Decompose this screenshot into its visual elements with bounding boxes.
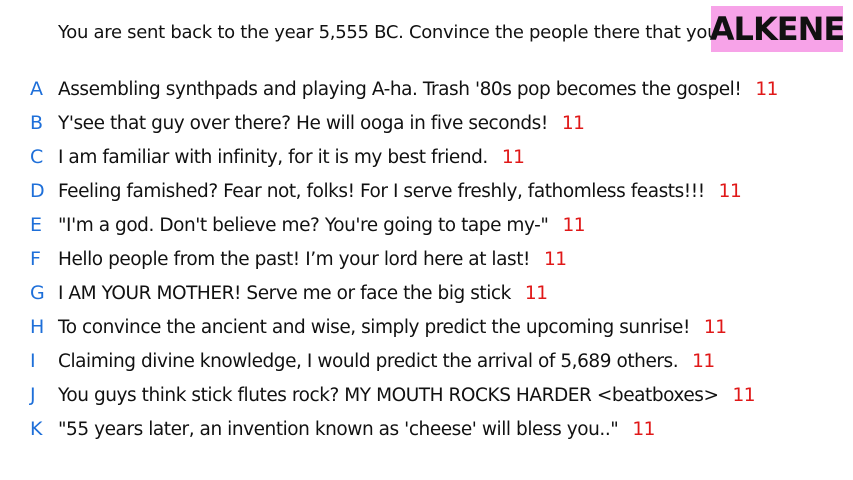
answer-text-wrap: Hello people from the past! I’m your lor… [58,249,567,270]
answer-text: Feeling famished? Fear not, folks! For I… [58,180,705,202]
answer-text-wrap: "I'm a god. Don't believe me? You're goi… [58,214,586,236]
answer-row-c[interactable]: C I am familiar with infinity, for it is… [0,140,853,174]
answer-text-wrap: "55 years later, an invention known as '… [58,419,655,440]
answer-score: 11 [562,214,586,236]
answer-score: 11 [632,418,655,440]
answer-letter: G [30,282,45,304]
answer-text-wrap: To convince the ancient and wise, simply… [58,316,727,338]
answer-text: Hello people from the past! I’m your lor… [58,248,530,270]
answer-score: 11 [561,112,585,134]
answer-text: "55 years later, an invention known as '… [58,418,619,440]
answer-list: A Assembling synthpads and playing A-ha.… [0,72,853,446]
answer-letter: A [30,78,43,100]
answer-row-j[interactable]: J You guys think stick flutes rock? MY M… [0,378,853,412]
answer-row-e[interactable]: E "I'm a god. Don't believe me? You're g… [0,208,853,242]
answer-letter: B [30,112,44,134]
answer-score: 11 [524,282,548,304]
answer-text-wrap: You guys think stick flutes rock? MY MOU… [58,384,756,406]
answer-letter: E [30,214,43,236]
answer-row-a[interactable]: A Assembling synthpads and playing A-ha.… [0,72,853,106]
answer-score: 11 [501,146,525,168]
answer-row-g[interactable]: G I AM YOUR MOTHER! Serve me or face the… [0,276,853,310]
answer-row-i[interactable]: I Claiming divine knowledge, I would pre… [0,344,853,378]
answer-text-wrap: Y'see that guy over there? He will ooga … [58,112,585,134]
player-name: ALKENE [709,10,845,48]
answer-row-b[interactable]: B Y'see that guy over there? He will oog… [0,106,853,140]
answer-text-wrap: I am familiar with infinity, for it is m… [58,146,525,168]
answer-text: To convince the ancient and wise, simply… [58,316,690,338]
answer-letter: I [30,350,36,372]
answer-score: 11 [755,78,778,100]
answer-score: 11 [543,248,567,270]
answer-score: 11 [718,180,742,202]
answer-text-wrap: Claiming divine knowledge, I would predi… [58,351,715,372]
answer-row-f[interactable]: F Hello people from the past! I’m your l… [0,242,853,276]
answer-row-h[interactable]: H To convince the ancient and wise, simp… [0,310,853,344]
answer-letter: K [30,418,43,440]
answer-letter: C [30,146,44,168]
answer-row-d[interactable]: D Feeling famished? Fear not, folks! For… [0,174,853,208]
answer-letter: H [30,316,45,338]
answer-text: I AM YOUR MOTHER! Serve me or face the b… [58,282,511,304]
answer-text: Claiming divine knowledge, I would predi… [58,350,679,372]
answer-text-wrap: I AM YOUR MOTHER! Serve me or face the b… [58,282,548,304]
question-prompt: You are sent back to the year 5,555 BC. … [58,22,801,43]
answer-score: 11 [732,384,756,406]
answer-score: 11 [703,316,727,338]
answer-letter: F [30,248,41,270]
answer-text-wrap: Feeling famished? Fear not, folks! For I… [58,180,742,202]
answer-letter: J [30,384,36,406]
answer-row-k[interactable]: K "55 years later, an invention known as… [0,412,853,446]
answer-text: Assembling synthpads and playing A-ha. T… [58,78,742,100]
answer-text-wrap: Assembling synthpads and playing A-ha. T… [58,79,778,100]
answer-letter: D [30,180,45,202]
answer-text: You guys think stick flutes rock? MY MOU… [58,384,719,406]
answer-text: Y'see that guy over there? He will ooga … [58,112,548,134]
answer-text: "I'm a god. Don't believe me? You're goi… [58,214,549,236]
answer-text: I am familiar with infinity, for it is m… [58,146,488,168]
game-screen: You are sent back to the year 5,555 BC. … [0,0,853,480]
answer-score: 11 [692,350,715,372]
player-name-badge: ALKENE [709,6,845,52]
